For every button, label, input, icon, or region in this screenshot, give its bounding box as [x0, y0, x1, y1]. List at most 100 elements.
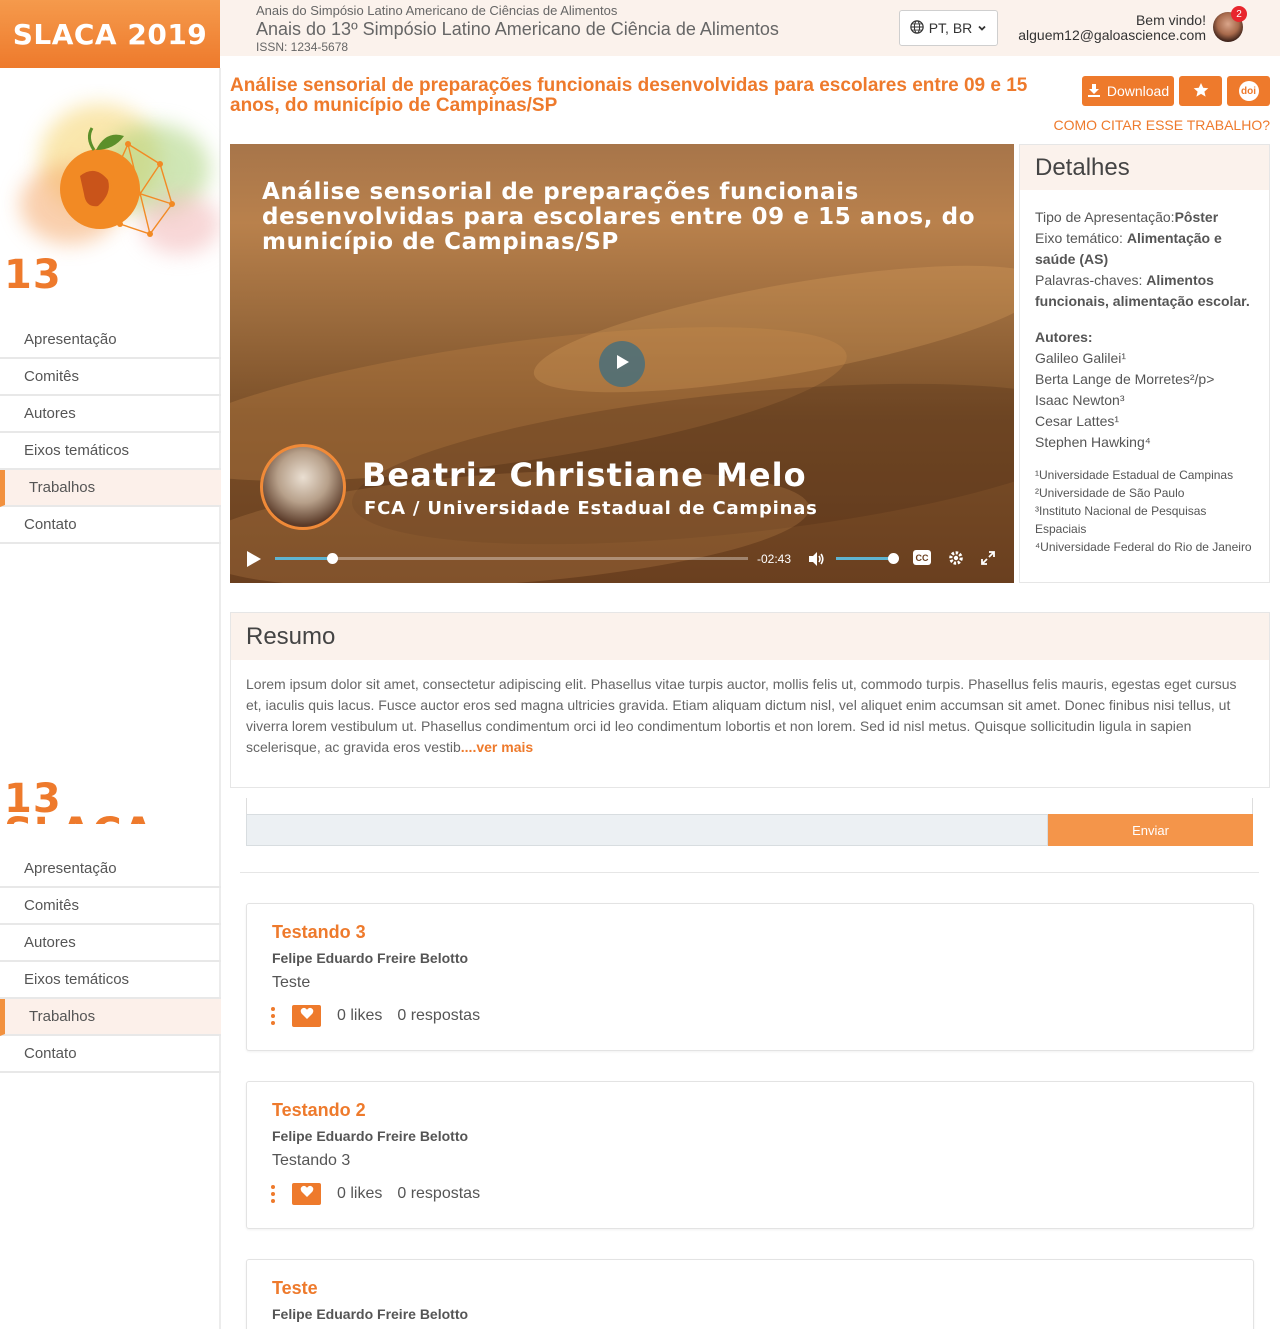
author-name[interactable]: Isaac Newton³ [1035, 390, 1254, 411]
sidebar-item-eixos[interactable]: Eixos temáticos [0, 962, 221, 999]
sidebar-item-apresentacao[interactable]: Apresentação [0, 322, 221, 359]
brand-logo[interactable]: SLACA 2019 [0, 0, 220, 68]
author-name[interactable]: Stephen Hawking⁴ [1035, 432, 1254, 453]
abstract-heading: Resumo [231, 613, 1269, 660]
sidebar: 13 SLACA Apresentação Comitês Autores Ei… [0, 68, 221, 1329]
sidebar-item-autores[interactable]: Autores [0, 925, 221, 962]
affiliation: ³Instituto Nacional de Pesquisas Espacia… [1035, 504, 1207, 536]
user-welcome[interactable]: Bem vindo! alguem12@galoascience.com [1018, 13, 1206, 43]
sidebar-item-comites[interactable]: Comitês [0, 359, 221, 396]
fullscreen-icon[interactable] [980, 550, 996, 571]
sidebar-menu-scrolled: Apresentação Comitês Autores Eixos temát… [0, 851, 221, 1073]
sidebar-item-trabalhos[interactable]: Trabalhos [0, 999, 221, 1036]
comment-textarea[interactable] [246, 798, 1253, 815]
replies-count[interactable]: 0 respostas [397, 1185, 480, 1203]
sidebar-item-comites[interactable]: Comitês [0, 888, 221, 925]
comment-author: Felipe Eduardo Freire Belotto [272, 1306, 469, 1322]
comment-card: Testando 3 Felipe Eduardo Freire Belotto… [246, 903, 1254, 1051]
sidebar-item-eixos[interactable]: Eixos temáticos [0, 433, 221, 470]
video-controls: -02:43 CC [230, 544, 1014, 574]
comment-actions: 0 likes 0 respostas [271, 1004, 480, 1028]
send-button[interactable]: Enviar [1048, 814, 1253, 846]
divider [240, 872, 1259, 873]
proceedings-series: Anais do Simpósio Latino Americano de Ci… [256, 3, 618, 18]
user-email: alguem12@galoascience.com [1018, 27, 1206, 43]
read-more-link[interactable]: ....ver mais [461, 739, 533, 755]
heart-icon [300, 1007, 314, 1025]
abstract-text: Lorem ipsum dolor sit amet, consectetur … [246, 676, 1237, 755]
doi-button[interactable]: doi [1227, 76, 1270, 106]
type-value: Pôster [1174, 209, 1219, 225]
comment-title[interactable]: Testando 3 [272, 922, 366, 943]
author-name[interactable]: Berta Lange de Morretes²/p> [1035, 369, 1254, 390]
logo-text: 13 SLACA [4, 252, 154, 304]
play-button[interactable] [599, 341, 645, 387]
notification-badge[interactable]: 2 [1231, 6, 1247, 22]
sidebar-item-trabalhos[interactable]: Trabalhos [0, 470, 221, 507]
author-name[interactable]: Cesar Lattes¹ [1035, 411, 1254, 432]
favorite-button[interactable] [1179, 76, 1222, 106]
axis-label: Eixo temático: [1035, 230, 1127, 246]
comment-card: Testando 2 Felipe Eduardo Freire Belotto… [246, 1081, 1254, 1229]
affiliations: ¹Universidade Estadual de Campinas ²Univ… [1035, 466, 1254, 556]
top-bar: Anais do Simpósio Latino Americano de Ci… [220, 0, 1280, 56]
cite-link[interactable]: COMO CITAR ESSE TRABALHO? [1053, 117, 1270, 133]
comment-input[interactable] [246, 814, 1048, 846]
play-icon[interactable] [246, 550, 262, 573]
abstract-body: Lorem ipsum dolor sit amet, consectetur … [231, 660, 1269, 758]
sidebar-item-apresentacao[interactable]: Apresentação [0, 851, 221, 888]
likes-count: 0 likes [337, 1007, 383, 1024]
affiliation: ⁴Universidade Federal do Rio de Janeiro [1035, 540, 1252, 554]
replies-count[interactable]: 0 respostas [397, 1007, 480, 1025]
keywords: Palavras-chaves: Alimentos funcionais, a… [1035, 270, 1254, 312]
download-button[interactable]: Download [1082, 76, 1174, 106]
comment-title[interactable]: Teste [272, 1278, 318, 1299]
abstract-panel: Resumo Lorem ipsum dolor sit amet, conse… [230, 612, 1270, 788]
video-title: Análise sensorial de preparações funcion… [262, 179, 976, 255]
sidebar-item-autores[interactable]: Autores [0, 396, 221, 433]
affiliation: ²Universidade de São Paulo [1035, 486, 1185, 500]
doi-icon: doi [1238, 81, 1259, 101]
proceedings-issn: ISSN: 1234-5678 [256, 40, 349, 54]
doi-label: doi [1241, 85, 1256, 97]
seek-progress [275, 557, 332, 560]
comment-author: Felipe Eduardo Freire Belotto [272, 950, 469, 966]
settings-gear-icon[interactable] [947, 549, 965, 572]
time-remaining: -02:43 [757, 552, 792, 566]
like-button[interactable] [292, 1005, 321, 1027]
comment-text: Teste [272, 974, 311, 991]
seek-handle[interactable] [326, 553, 338, 564]
captions-icon[interactable]: CC [913, 550, 931, 565]
type-label: Tipo de Apresentação: [1035, 209, 1175, 225]
logo-text-scrolled: 13 SLACA [4, 782, 154, 824]
like-button[interactable] [292, 1183, 321, 1205]
video-player[interactable]: Análise sensorial de preparações funcion… [230, 144, 1014, 583]
likes-count: 0 likes [337, 1185, 383, 1202]
thematic-axis: Eixo temático: Alimentação e saúde (AS) [1035, 228, 1254, 270]
volume-slider[interactable] [836, 553, 899, 564]
details-heading: Detalhes [1020, 145, 1269, 190]
more-options-icon[interactable] [271, 1185, 277, 1203]
welcome-text: Bem vindo! [1135, 12, 1206, 28]
sidebar-item-contato[interactable]: Contato [0, 1036, 221, 1073]
download-icon [1087, 83, 1101, 100]
author-name[interactable]: Galileo Galilei¹ [1035, 348, 1254, 369]
presentation-type: Tipo de Apresentação:Pôster [1035, 207, 1254, 228]
page-title: Análise sensorial de preparações funcion… [230, 75, 1028, 116]
comment-title[interactable]: Testando 2 [272, 1100, 366, 1121]
sidebar-item-contato[interactable]: Contato [0, 507, 221, 544]
captions-label: CC [915, 552, 929, 563]
comment-author: Felipe Eduardo Freire Belotto [272, 1128, 469, 1144]
volume-icon[interactable] [807, 550, 825, 573]
details-body: Tipo de Apresentação:Pôster Eixo temátic… [1020, 190, 1269, 556]
details-panel: Detalhes Tipo de Apresentação:Pôster Eix… [1019, 144, 1270, 583]
comment-card: Teste Felipe Eduardo Freire Belotto [246, 1259, 1254, 1329]
heart-icon [300, 1185, 314, 1203]
volume-handle[interactable] [888, 553, 899, 564]
proceedings-info: Anais do Simpósio Latino Americano de Ci… [256, 4, 779, 53]
seek-bar[interactable] [275, 553, 748, 564]
more-options-icon[interactable] [271, 1007, 277, 1025]
comment-actions: 0 likes 0 respostas [271, 1182, 480, 1206]
brand-name: SLACA 2019 [12, 17, 208, 51]
language-selector[interactable]: PT, BR [899, 10, 998, 46]
